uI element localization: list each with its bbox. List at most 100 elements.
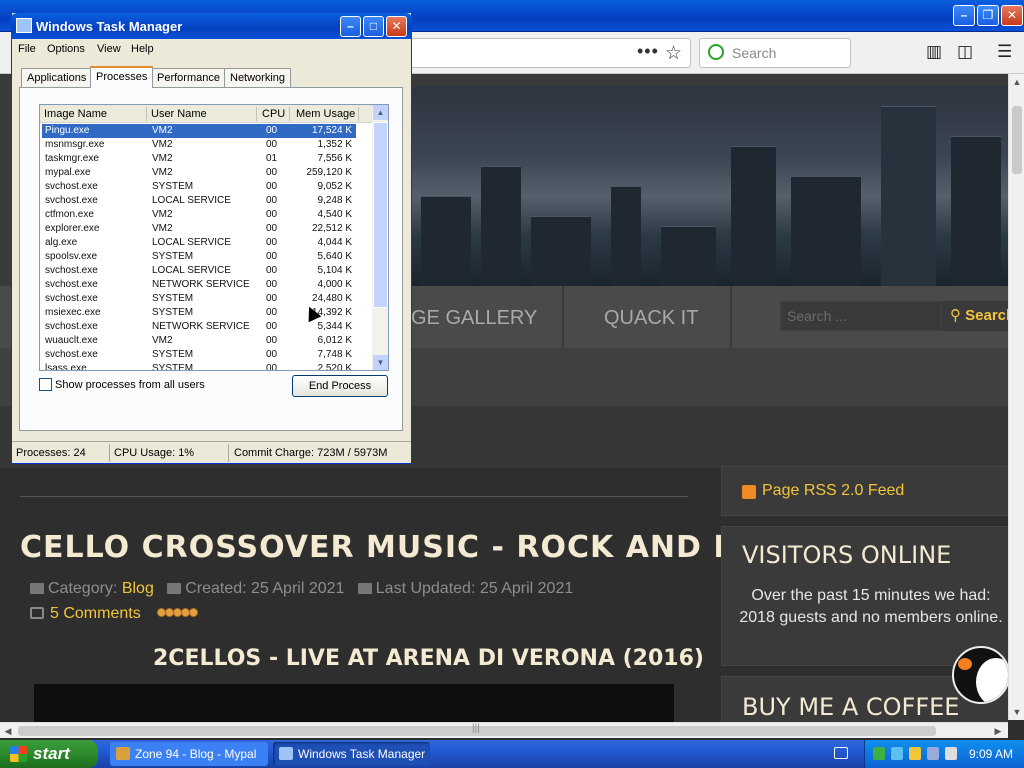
table-row[interactable]: Pingu.exe VM2 00 17,524 K: [42, 124, 356, 138]
process-cpu: 00: [266, 307, 278, 318]
tm-minimize-button[interactable]: –: [340, 16, 361, 37]
browser-search-input[interactable]: Search: [699, 38, 851, 68]
table-row[interactable]: svchost.exe LOCAL SERVICE 00 5,104 K: [42, 264, 356, 278]
process-image-name: svchost.exe: [45, 265, 98, 276]
rating-stars[interactable]: [157, 604, 199, 622]
table-row[interactable]: taskmgr.exe VM2 01 7,556 K: [42, 152, 356, 166]
process-image-name: Pingu.exe: [45, 125, 90, 136]
table-row[interactable]: msnmsgr.exe VM2 00 1,352 K: [42, 138, 356, 152]
menu-file[interactable]: File: [18, 43, 36, 55]
page-actions-icon[interactable]: •••: [637, 41, 659, 62]
keyboard-icon[interactable]: [834, 747, 848, 759]
grip-icon: |||: [472, 723, 480, 734]
taskbar-item-browser[interactable]: Zone 94 - Blog - Mypal: [110, 742, 268, 766]
calendar-icon: [167, 583, 182, 594]
restore-button[interactable]: ❐: [977, 5, 999, 26]
site-search-button[interactable]: ⚲ Search: [942, 301, 1008, 331]
table-row[interactable]: svchost.exe SYSTEM 00 9,052 K: [42, 180, 356, 194]
table-row[interactable]: svchost.exe LOCAL SERVICE 00 9,248 K: [42, 194, 356, 208]
menu-view[interactable]: View: [97, 43, 121, 55]
list-scroll-thumb[interactable]: [373, 122, 388, 308]
category-link[interactable]: Blog: [122, 580, 154, 597]
table-row[interactable]: explorer.exe VM2 00 22,512 K: [42, 222, 356, 236]
process-image-name: lsass.exe: [45, 363, 87, 371]
tab-performance[interactable]: Performance: [151, 68, 226, 87]
process-mem-usage: 7,556 K: [317, 153, 352, 164]
list-scrollbar[interactable]: ▲ ▼: [372, 104, 389, 371]
col-user-name[interactable]: User Name: [151, 108, 207, 120]
menu-help[interactable]: Help: [131, 43, 154, 55]
task-manager-titlebar[interactable]: Windows Task Manager – □ ✕: [11, 13, 412, 39]
clock[interactable]: 9:09 AM: [969, 747, 1013, 761]
start-button[interactable]: start: [0, 740, 98, 768]
process-user-name: LOCAL SERVICE: [152, 237, 231, 248]
table-row[interactable]: lsass.exe SYSTEM 00 2,520 K: [42, 362, 356, 371]
vertical-scrollbar[interactable]: ▲ ▼: [1008, 74, 1024, 720]
volume-icon[interactable]: [945, 747, 957, 760]
scroll-right-icon[interactable]: ▶: [990, 723, 1006, 739]
col-mem-usage[interactable]: Mem Usage: [296, 108, 355, 120]
visitors-title: VISITORS ONLINE: [742, 541, 952, 569]
scroll-left-icon[interactable]: ◀: [0, 723, 16, 739]
table-row[interactable]: svchost.exe SYSTEM 00 24,480 K: [42, 292, 356, 306]
library-icon[interactable]: ▥: [926, 42, 942, 62]
table-row[interactable]: ctfmon.exe VM2 00 4,540 K: [42, 208, 356, 222]
table-row[interactable]: spoolsv.exe SYSTEM 00 5,640 K: [42, 250, 356, 264]
tray-app-icon[interactable]: [873, 747, 885, 760]
video-embed[interactable]: [34, 684, 674, 722]
site-search-input[interactable]: Search ...: [780, 301, 942, 331]
sidebar-icon[interactable]: ◫: [957, 42, 973, 62]
minimize-button[interactable]: –: [953, 5, 975, 26]
tm-tabs: Applications Processes Performance Netwo…: [12, 66, 411, 88]
col-image-name[interactable]: Image Name: [44, 108, 107, 120]
process-user-name: VM2: [152, 153, 173, 164]
process-cpu: 00: [266, 125, 278, 136]
article-subtitle: 2CELLOS - LIVE AT ARENA DI VERONA (2016): [153, 646, 704, 671]
close-button[interactable]: ✕: [1001, 5, 1023, 26]
process-cpu: 00: [266, 223, 278, 234]
scroll-thumb[interactable]: [1012, 106, 1022, 174]
comment-icon: [30, 607, 44, 619]
taskbar-item-task-manager[interactable]: Windows Task Manager: [273, 742, 430, 766]
table-row[interactable]: svchost.exe NETWORK SERVICE 00 4,000 K: [42, 278, 356, 292]
rss-link[interactable]: Page RSS 2.0 Feed: [762, 482, 904, 500]
process-user-name: SYSTEM: [152, 181, 194, 192]
tray-app-icon[interactable]: [927, 747, 939, 760]
list-scroll-down-icon[interactable]: ▼: [373, 355, 388, 370]
horizontal-scrollbar[interactable]: ◀ ||| ▶: [0, 722, 1008, 738]
process-mem-usage: 22,512 K: [311, 223, 352, 234]
end-process-button[interactable]: End Process: [292, 375, 388, 397]
scroll-up-icon[interactable]: ▲: [1009, 74, 1024, 90]
process-cpu: 00: [266, 363, 278, 371]
url-bar[interactable]: ••• ☆: [405, 38, 691, 68]
process-user-name: VM2: [152, 335, 173, 346]
scroll-down-icon[interactable]: ▼: [1009, 704, 1024, 720]
tab-processes[interactable]: Processes: [90, 66, 154, 88]
task-manager-window: Windows Task Manager – □ ✕ File Options …: [11, 13, 412, 464]
process-mem-usage: 7,748 K: [317, 349, 352, 360]
penguin-mascot-icon[interactable]: [952, 646, 1010, 704]
bookmark-star-icon[interactable]: ☆: [665, 42, 682, 65]
hamburger-menu-icon[interactable]: ☰: [997, 42, 1012, 62]
tm-close-button[interactable]: ✕: [386, 16, 407, 37]
tm-maximize-button[interactable]: □: [363, 16, 384, 37]
checkbox-icon[interactable]: [39, 378, 52, 391]
table-row[interactable]: mypal.exe VM2 00 259,120 K: [42, 166, 356, 180]
process-list[interactable]: Image Name User Name CPU Mem Usage Pingu…: [39, 104, 374, 371]
table-row[interactable]: svchost.exe SYSTEM 00 7,748 K: [42, 348, 356, 362]
menu-item-gallery[interactable]: GE GALLERY: [411, 307, 537, 330]
tab-networking[interactable]: Networking: [224, 68, 292, 87]
table-row[interactable]: wuauclt.exe VM2 00 6,012 K: [42, 334, 356, 348]
process-image-name: svchost.exe: [45, 321, 98, 332]
col-cpu[interactable]: CPU: [262, 108, 285, 120]
network-icon[interactable]: [891, 747, 903, 760]
table-row[interactable]: alg.exe LOCAL SERVICE 00 4,044 K: [42, 236, 356, 250]
tab-applications[interactable]: Applications: [21, 68, 93, 87]
list-scroll-up-icon[interactable]: ▲: [373, 105, 388, 120]
menu-item-quack-it[interactable]: QUACK IT: [604, 307, 698, 330]
comments-link[interactable]: 5 Comments: [50, 605, 141, 622]
process-user-name: SYSTEM: [152, 307, 194, 318]
menu-options[interactable]: Options: [47, 43, 85, 55]
show-all-processes-checkbox[interactable]: Show processes from all users: [39, 378, 205, 391]
security-shield-icon[interactable]: [909, 747, 921, 760]
